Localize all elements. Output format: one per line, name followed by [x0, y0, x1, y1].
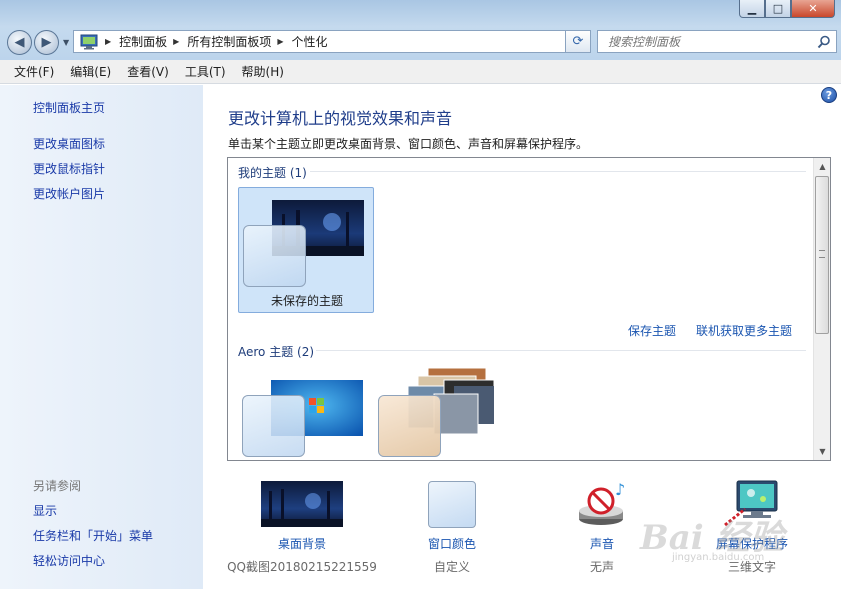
breadcrumb-all-items[interactable]: 所有控制面板项	[187, 33, 271, 50]
menu-view[interactable]: 查看(V)	[119, 63, 177, 80]
sidebar-change-desktop-icons[interactable]: 更改桌面图标	[33, 135, 105, 152]
my-themes-heading: 我的主题 (1)	[238, 166, 307, 180]
window-color-swatch	[428, 481, 476, 528]
svg-text:♪: ♪	[615, 480, 625, 499]
scroll-thumb[interactable]	[815, 176, 829, 334]
save-theme-link[interactable]: 保存主题	[628, 322, 676, 339]
page-title: 更改计算机上的视觉效果和声音	[228, 109, 453, 128]
see-also-heading: 另请参阅	[33, 479, 82, 493]
refresh-button[interactable]: ⟳	[565, 30, 591, 53]
group-divider	[316, 350, 806, 351]
group-divider	[310, 171, 806, 172]
maximize-button[interactable]: □	[765, 0, 791, 18]
window-color-thumbnail	[378, 395, 441, 457]
arrow-left-icon: ◀	[14, 35, 25, 50]
control-panel-icon	[79, 34, 99, 50]
desktop-background-value: QQ截图20180215221559	[227, 560, 377, 574]
desktop-background-label[interactable]: 桌面背景	[227, 535, 377, 552]
see-also-ease-of-access[interactable]: 轻松访问中心	[33, 552, 105, 569]
scroll-down-icon[interactable]: ▼	[814, 443, 830, 460]
sidebar-change-mouse-pointers[interactable]: 更改鼠标指针	[33, 160, 105, 177]
scroll-up-icon[interactable]: ▲	[814, 158, 830, 175]
help-icon[interactable]: ?	[821, 87, 837, 103]
window-color-thumbnail	[243, 225, 306, 287]
sidebar: 控制面板主页 更改桌面图标 更改鼠标指针 更改帐户图片 另请参阅 显示 任务栏和…	[0, 85, 203, 589]
search-input[interactable]	[606, 33, 816, 50]
breadcrumb-control-panel[interactable]: 控制面板	[119, 33, 167, 50]
window-chrome: ▁ □ ✕ ◀ ▶ ▼ ▶ 控制面板 ▶ 所有控制面板项 ▶ 个性化 ▼ ⟳	[0, 0, 841, 60]
sound-muted-icon: ♪	[579, 480, 625, 525]
grip-icon	[819, 250, 825, 258]
theme-unsaved[interactable]: 未保存的主题	[238, 187, 374, 313]
theme-landscapes[interactable]	[374, 368, 510, 460]
close-button[interactable]: ✕	[791, 0, 835, 18]
setting-window-color[interactable]: 窗口颜色 自定义	[377, 479, 527, 579]
chevron-right-icon: ▶	[173, 37, 180, 46]
search-box[interactable]	[597, 30, 837, 53]
address-bar[interactable]: ▶ 控制面板 ▶ 所有控制面板项 ▶ 个性化 ▼	[73, 30, 591, 53]
theme-unsaved-label: 未保存的主题	[270, 294, 343, 308]
see-also-taskbar[interactable]: 任务栏和「开始」菜单	[33, 527, 153, 544]
chevron-right-icon: ▶	[277, 37, 284, 46]
desktop-background-thumbnail	[261, 481, 343, 527]
setting-desktop-background[interactable]: 桌面背景 QQ截图20180215221559	[227, 479, 377, 579]
sidebar-change-account-picture[interactable]: 更改帐户图片	[33, 185, 105, 202]
menu-edit[interactable]: 编辑(E)	[62, 63, 119, 80]
window-color-value: 自定义	[433, 560, 470, 574]
aero-themes-heading: Aero 主题 (2)	[238, 345, 315, 359]
search-icon[interactable]	[817, 35, 831, 49]
back-button[interactable]: ◀	[7, 30, 32, 55]
forward-button[interactable]: ▶	[34, 30, 59, 55]
recent-pages-dropdown[interactable]: ▼	[63, 38, 69, 47]
window-color-thumbnail	[242, 395, 305, 457]
theme-list[interactable]: 我的主题 (1) 未保存的主题 保存主题 联机获取更多主题 Aero 主题 (2…	[227, 157, 831, 461]
menu-help[interactable]: 帮助(H)	[234, 63, 292, 80]
sidebar-home-link[interactable]: 控制面板主页	[33, 99, 105, 116]
get-more-themes-link[interactable]: 联机获取更多主题	[696, 322, 792, 339]
window-controls: ▁ □ ✕	[739, 0, 835, 18]
sounds-value: 无声	[589, 560, 614, 574]
page-description: 单击某个主题立即更改桌面背景、窗口颜色、声音和屏幕保护程序。	[228, 137, 589, 151]
watermark-url: jingyan.baidu.com	[672, 552, 765, 563]
see-also-display[interactable]: 显示	[33, 502, 57, 519]
menu-tools[interactable]: 工具(T)	[177, 63, 234, 80]
chevron-right-icon: ▶	[105, 37, 112, 46]
window-color-label[interactable]: 窗口颜色	[377, 535, 527, 552]
theme-windows7[interactable]	[238, 368, 374, 460]
breadcrumb-personalization[interactable]: 个性化	[292, 33, 328, 50]
minimize-button[interactable]: ▁	[739, 0, 765, 18]
menu-bar: 文件(F) 编辑(E) 查看(V) 工具(T) 帮助(H)	[0, 60, 841, 84]
refresh-icon: ⟳	[572, 34, 584, 49]
arrow-right-icon: ▶	[41, 35, 52, 50]
theme-list-scrollbar[interactable]: ▲ ▼	[813, 158, 830, 460]
menu-file[interactable]: 文件(F)	[6, 63, 62, 80]
